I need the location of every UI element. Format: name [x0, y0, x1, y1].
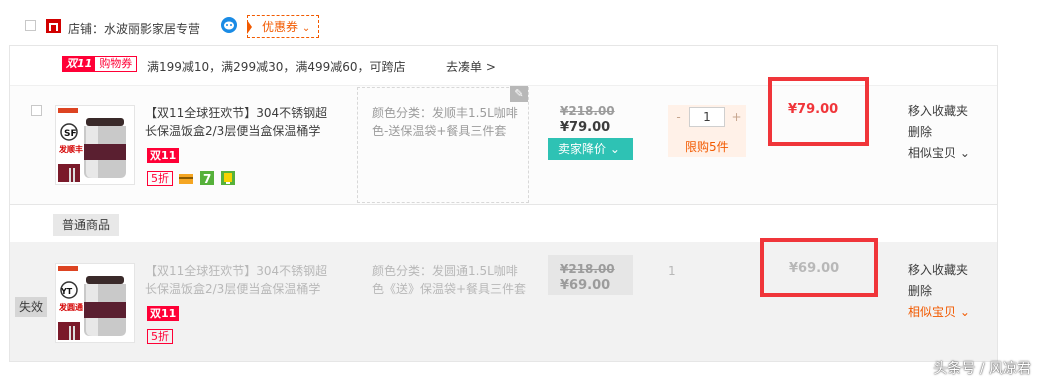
quantity-decrease-button[interactable]: - [671, 107, 686, 127]
credit-card-icon [179, 174, 193, 184]
unit-price: ¥69.00 [560, 278, 611, 293]
item-total-price: ¥79.00 [788, 102, 839, 117]
seller-price-drop-button[interactable]: 卖家降价 ⌄ [548, 138, 633, 160]
watermark: 头条号 / 风凉君 [933, 361, 1031, 377]
discount-badge: 5折 [147, 329, 173, 344]
normal-goods-tab: 普通商品 [53, 214, 119, 236]
coupon-label: 优惠券 [262, 20, 299, 34]
delete-link[interactable]: 删除 [908, 122, 970, 143]
move-to-favorites-link[interactable]: 移入收藏夹 [908, 101, 970, 122]
invalid-tag: 失效 [15, 297, 47, 317]
promo-logo-a: 双11 [63, 57, 96, 71]
promo-link[interactable]: 去凑单 > [446, 58, 496, 75]
purchase-limit-text: 限购5件 [685, 140, 729, 154]
item-title-link[interactable]: 【双11全球狂欢节】304不锈钢超长保温饭盒2/3层便当盒保温桶学 [145, 104, 331, 140]
sku-text: 颜色分类：发顺丰1.5L咖啡色-送保温袋+餐具三件套 [372, 106, 518, 138]
product-image-text: 发顺丰 [58, 144, 83, 154]
item-checkbox[interactable] [31, 105, 42, 116]
product-image[interactable]: YT 发圆通 [55, 263, 135, 343]
sku-text: 颜色分类：发圆通1.5L咖啡色《送》保温袋+餐具三件套 [372, 264, 527, 296]
item-title-link[interactable]: 【双11全球狂欢节】304不锈钢超长保温饭盒2/3层便当盒保温桶学 [145, 262, 331, 298]
item-total-price: ¥69.00 [789, 261, 840, 276]
double11-coupon-logo: 双11 购物券 [62, 56, 138, 72]
shop-name-link[interactable]: 水波丽影家居专营 [104, 20, 200, 37]
double11-badge: 双11 [147, 306, 180, 321]
shop-icon [46, 19, 61, 33]
edit-sku-icon[interactable]: ✎ [510, 86, 528, 102]
coupon-button[interactable]: 优惠券 ⌄ [247, 15, 320, 38]
unit-price: ¥79.00 [560, 120, 611, 135]
svg-text:7: 7 [203, 172, 211, 185]
wangwang-chat-icon[interactable] [221, 17, 237, 33]
shop-checkbox[interactable] [25, 20, 36, 31]
product-image-text: 发圆通 [58, 302, 83, 312]
svg-text:SF: SF [64, 129, 77, 139]
coupon-notch-icon [247, 20, 252, 34]
promo-text: 满199减10，满299减30，满499减60，可跨店 [147, 60, 406, 74]
similar-items-link[interactable]: 相似宝贝 ⌄ [908, 302, 970, 323]
chevron-down-icon: ⌄ [301, 23, 311, 34]
promo-logo-b: 购物券 [99, 57, 133, 70]
shop-label: 店铺： [68, 22, 105, 36]
quantity-value: 1 [668, 264, 676, 278]
discount-badge: 5折 [147, 171, 173, 186]
seven-day-return-icon: 7 [200, 171, 214, 185]
quantity-input[interactable]: 1 [689, 107, 725, 127]
quantity-increase-button[interactable]: + [729, 107, 744, 127]
original-price: ¥218.00 [560, 262, 615, 276]
double11-badge: 双11 [147, 148, 180, 163]
guarantee-icon [221, 171, 235, 185]
delete-link[interactable]: 删除 [908, 281, 970, 302]
product-image[interactable]: SF 发顺丰 [55, 105, 135, 185]
similar-items-link[interactable]: 相似宝贝 ⌄ [908, 143, 970, 164]
move-to-favorites-link[interactable]: 移入收藏夹 [908, 260, 970, 281]
original-price: ¥218.00 [560, 104, 615, 118]
svg-text:YT: YT [60, 287, 73, 296]
